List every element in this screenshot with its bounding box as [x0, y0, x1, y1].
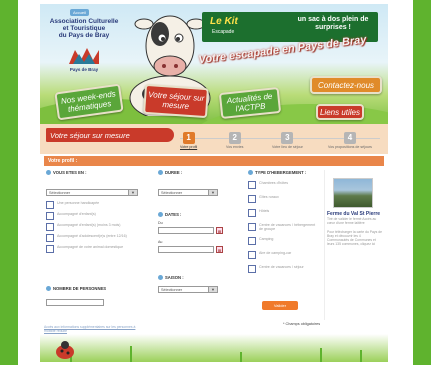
steps-title: Votre séjour sur mesure: [46, 128, 174, 142]
checkbox[interactable]: [46, 223, 54, 231]
home-link[interactable]: Accueil: [70, 9, 89, 16]
association-name: Association Culturelle et Touristique du…: [49, 18, 119, 39]
hebergement-section: TYPE D'HEBERGEMENT : Chambres d'hôtes Gî…: [248, 170, 320, 273]
option-camping[interactable]: Camping: [248, 237, 320, 245]
dates-heading: DATES :: [158, 212, 234, 217]
checkbox[interactable]: [248, 181, 256, 189]
logo-icon[interactable]: [67, 46, 101, 66]
vous-etes-heading: VOUS ETES EN :: [46, 170, 142, 175]
chevron-down-icon: ▼: [208, 287, 217, 292]
left-green-border: [0, 0, 18, 365]
logo-text: Pays de Bray: [69, 67, 99, 72]
checkbox[interactable]: [248, 265, 256, 273]
vous-etes-options: Une personne handicapée Accompagné d'enf…: [46, 201, 142, 253]
grass: [360, 350, 362, 362]
bullet-icon: [46, 170, 51, 175]
checkbox[interactable]: [248, 223, 256, 231]
saison-select[interactable]: Sélectionner ▼: [158, 286, 218, 293]
date-au-label: Au: [158, 240, 163, 244]
date-du-row: ▦: [158, 227, 234, 234]
duree-select[interactable]: Sélectionner ▼: [158, 189, 218, 196]
hebergement-options: Chambres d'hôtes Gîtes ruraux Hôtels Cen…: [248, 181, 320, 273]
saison-heading: SAISON :: [158, 275, 234, 280]
bullet-icon: [248, 170, 253, 175]
date-au-row: ▦: [158, 246, 234, 253]
option-centre-groupe[interactable]: Centre de vacances / hébergement de grou…: [248, 223, 320, 231]
date-du-input[interactable]: [158, 227, 214, 234]
hebergement-heading: TYPE D'HEBERGEMENT :: [248, 170, 320, 175]
page: Accueil Association Culturelle et Touris…: [40, 4, 388, 362]
ladybug-icon: [56, 341, 74, 359]
bullet-icon: [158, 170, 163, 175]
option-handicap[interactable]: Une personne handicapée: [46, 201, 142, 209]
sidebar: Ferme du Val St Pierre Tiré de valider l…: [327, 178, 383, 246]
right-green-border: [413, 0, 431, 365]
carte-text[interactable]: Pour télécharger la carte du Pays de Bra…: [327, 230, 383, 246]
checkbox[interactable]: [248, 195, 256, 203]
grass: [320, 348, 322, 362]
option-camping-car[interactable]: Aire de camping-car: [248, 251, 320, 259]
option-centre-sejour[interactable]: Centre de vacances / séjour: [248, 265, 320, 273]
option-enfants-3mois[interactable]: Accompagné d'enfant(s) (moins 3 mois): [46, 223, 142, 231]
duree-section: DUREE : Sélectionner ▼ DATES : Du ▦ Au ▦ …: [158, 170, 234, 293]
option-hotels[interactable]: Hôtels: [248, 209, 320, 217]
date-au-input[interactable]: [158, 246, 214, 253]
grass: [240, 352, 242, 362]
divider: [324, 170, 325, 320]
nb-personnes-section: NOMBRE DE PERSONNES: [46, 286, 142, 306]
option-animal[interactable]: Accompagné de votre animal domestique: [46, 245, 142, 253]
checkbox[interactable]: [46, 234, 54, 242]
profil-bar: Votre profil :: [44, 156, 384, 166]
vous-etes-select[interactable]: Sélectionner ▼: [46, 189, 138, 196]
checkbox[interactable]: [248, 251, 256, 259]
checkbox[interactable]: [46, 201, 54, 209]
checkbox[interactable]: [46, 245, 54, 253]
grass: [130, 346, 132, 362]
option-enfants[interactable]: Accompagné d'enfant(s): [46, 212, 142, 220]
bullet-icon: [46, 286, 51, 291]
chevron-down-icon: ▼: [128, 190, 137, 195]
step-3[interactable]: 3 Votre lieu de séjour: [272, 132, 303, 149]
checkbox[interactable]: [248, 237, 256, 245]
vous-etes-section: VOUS ETES EN : Sélectionner ▼ Une personn…: [46, 170, 142, 253]
nb-personnes-input[interactable]: [46, 299, 104, 306]
required-note: * Champs obligatoires: [283, 322, 321, 326]
ferme-photo[interactable]: [333, 178, 373, 208]
footer: [40, 334, 388, 362]
bullet-icon: [158, 212, 163, 217]
valider-button[interactable]: Valider: [262, 301, 298, 310]
date-du-label: Du: [158, 221, 163, 225]
step-4[interactable]: 4 Vos propositions de séjours: [328, 132, 372, 149]
step-2[interactable]: 2 Vos envies: [226, 132, 243, 149]
chevron-down-icon: ▼: [208, 190, 217, 195]
calendar-icon[interactable]: ▦: [216, 227, 223, 234]
option-gites[interactable]: Gîtes ruraux: [248, 195, 320, 203]
ferme-description: Tiré de valider le fermé Accès au cœur d…: [327, 217, 377, 225]
option-adolescents[interactable]: Accompagné d'adolescent(e)s (entre 12/16…: [46, 234, 142, 242]
nav-contact[interactable]: Contactez-nous: [310, 76, 382, 94]
nav-liens-utiles[interactable]: Liens utiles: [316, 104, 364, 120]
mobilite-link[interactable]: Accès aux informations supplémentaires s…: [44, 325, 140, 333]
header: Accueil Association Culturelle et Touris…: [40, 4, 388, 134]
calendar-icon[interactable]: ▦: [216, 246, 223, 253]
option-chambres-hotes[interactable]: Chambres d'hôtes: [248, 181, 320, 189]
checkbox[interactable]: [46, 212, 54, 220]
nav-sejour-sur-mesure[interactable]: Votre séjour sur mesure: [143, 83, 209, 119]
checkbox[interactable]: [248, 209, 256, 217]
step-1[interactable]: 1 Votre profil: [180, 132, 197, 149]
nb-personnes-heading: NOMBRE DE PERSONNES: [46, 286, 142, 291]
duree-heading: DUREE :: [158, 170, 234, 175]
bullet-icon: [158, 275, 163, 280]
